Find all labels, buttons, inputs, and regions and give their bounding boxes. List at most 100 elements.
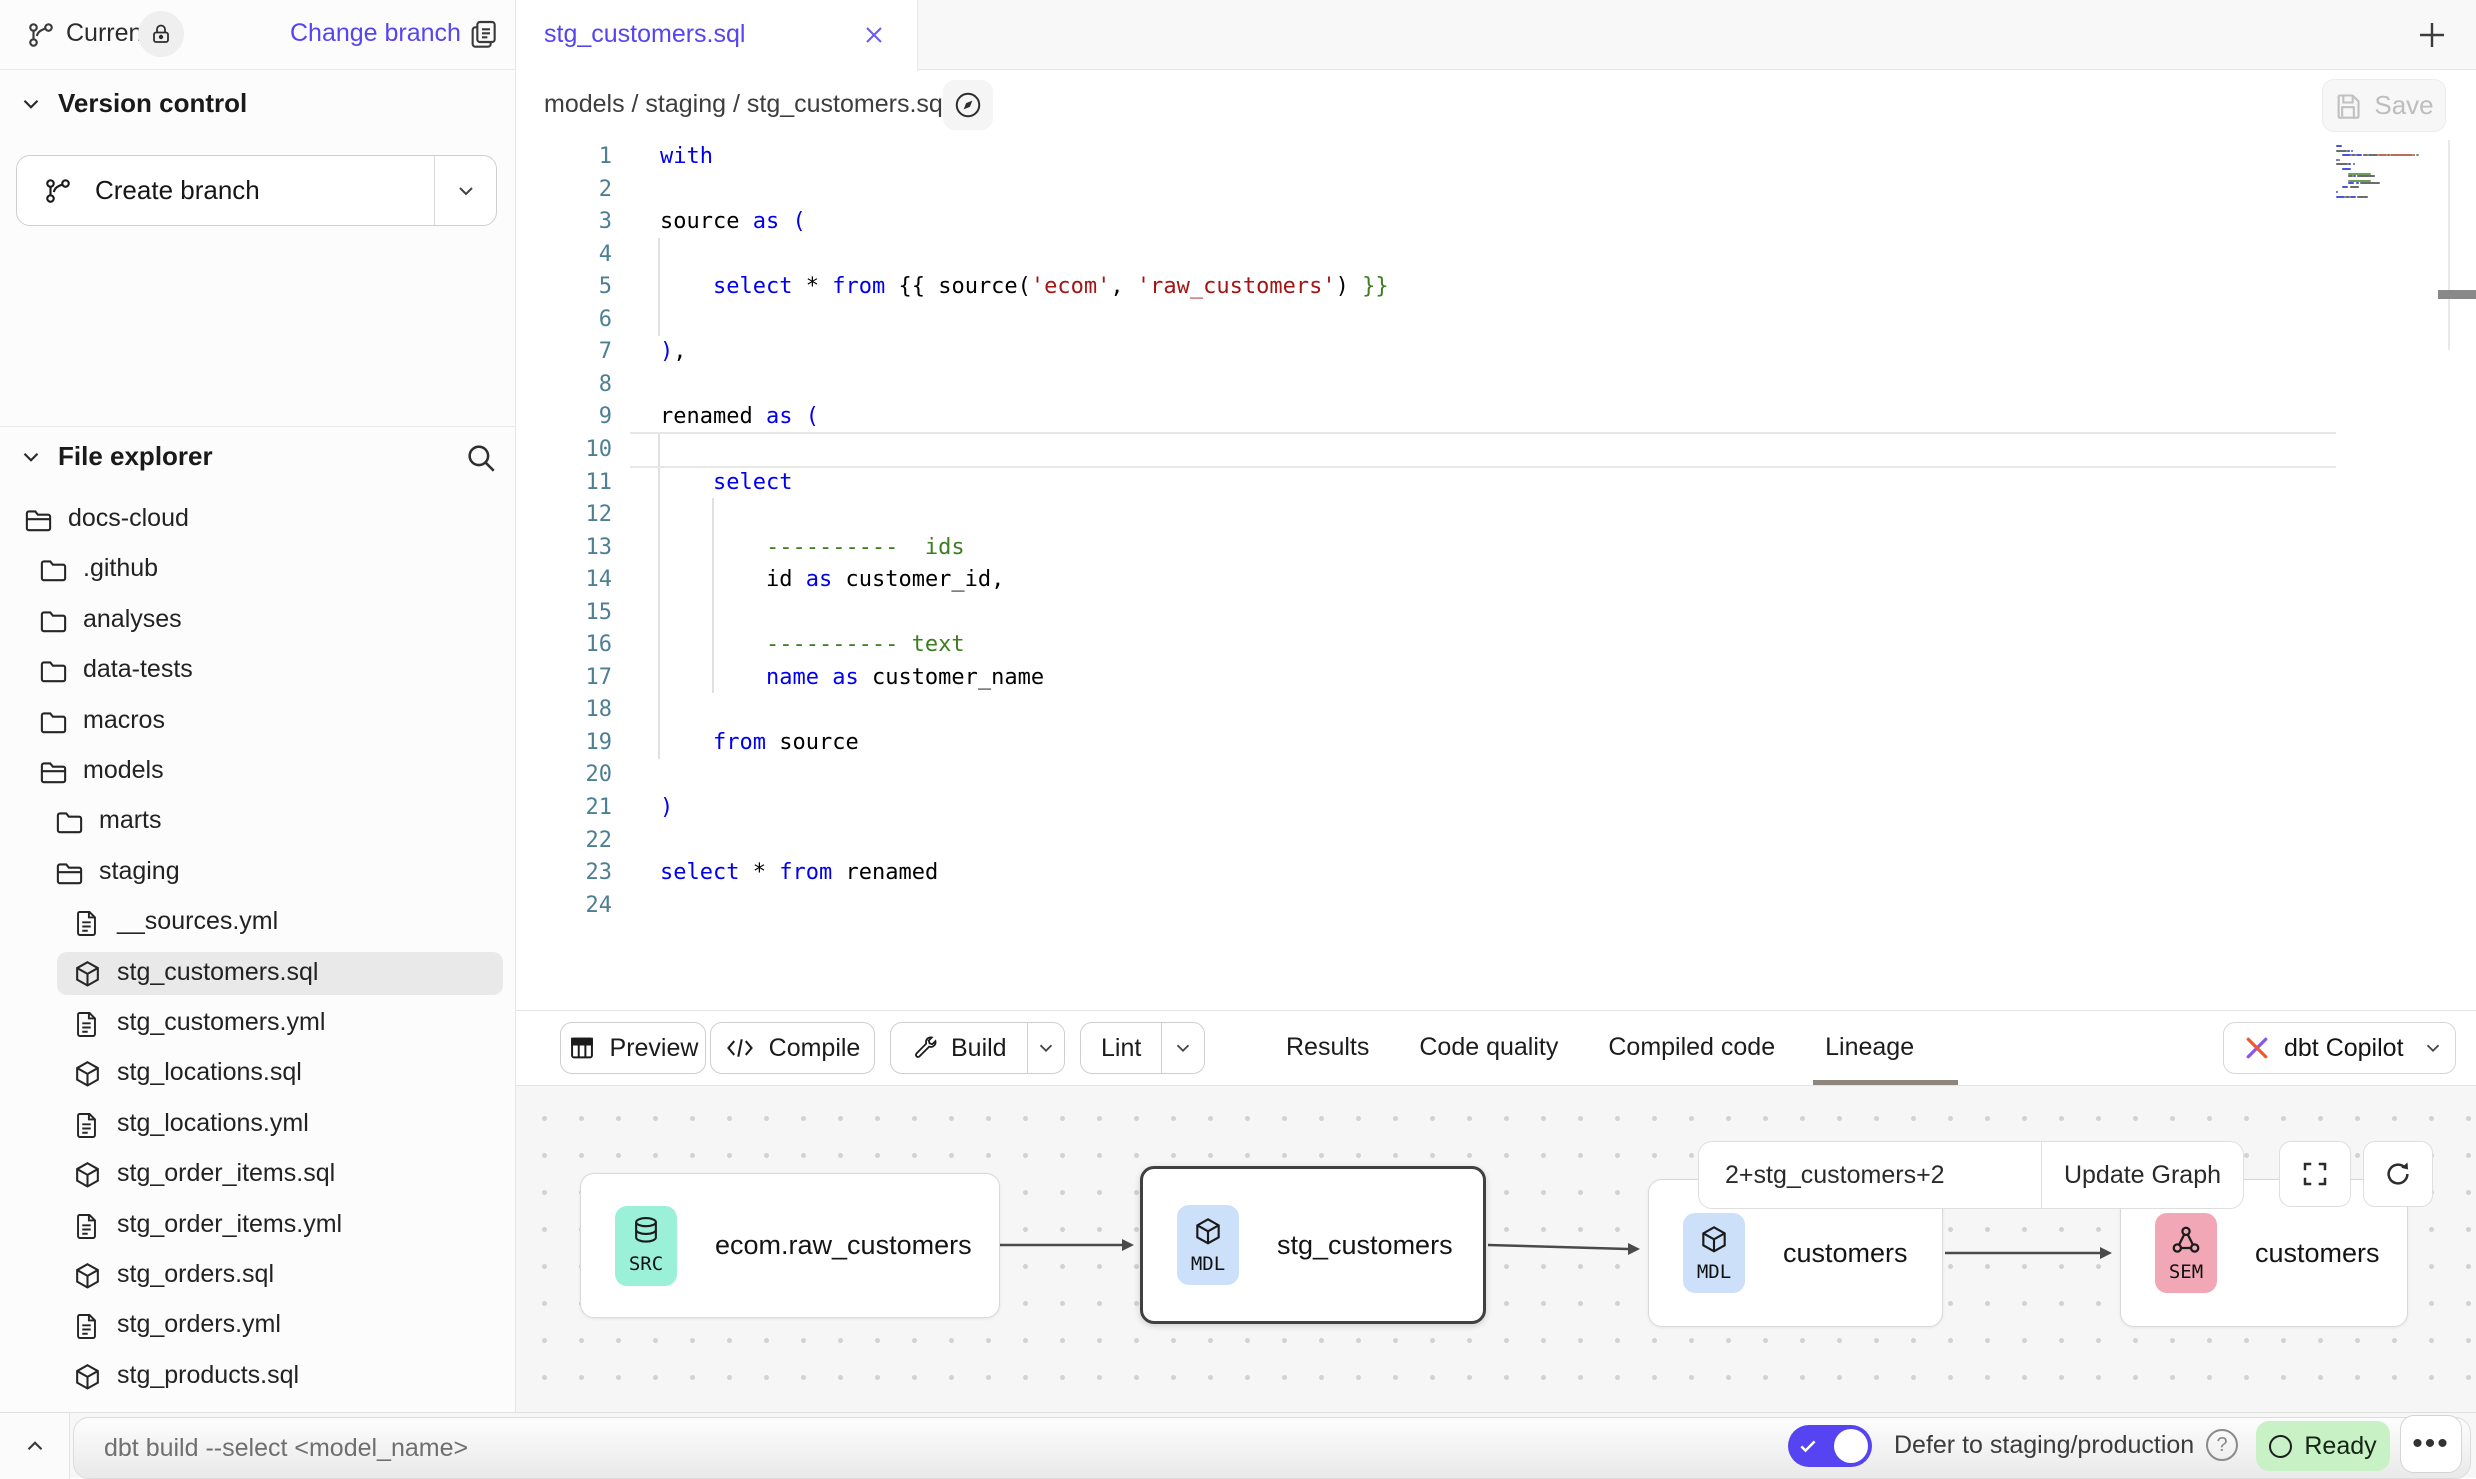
tree-item-stg-locations-sql[interactable]: stg_locations.sql bbox=[0, 1048, 516, 1098]
tree-item-stg-products-sql[interactable]: stg_products.sql bbox=[0, 1351, 516, 1401]
file-explorer-header[interactable]: File explorer bbox=[18, 441, 213, 472]
version-control-title: Version control bbox=[58, 88, 247, 119]
expand-panel-button[interactable] bbox=[0, 1413, 70, 1479]
tab-lineage[interactable]: Lineage bbox=[1825, 1033, 1914, 1062]
model-cube-icon bbox=[72, 1059, 103, 1090]
code-line-9[interactable]: 9renamed as ( bbox=[516, 400, 2476, 433]
line-number: 17 bbox=[516, 661, 612, 694]
lint-dropdown[interactable] bbox=[1161, 1023, 1204, 1073]
line-number: 5 bbox=[516, 270, 612, 303]
fullscreen-icon bbox=[2300, 1159, 2330, 1189]
close-icon[interactable] bbox=[860, 21, 888, 49]
create-branch-button[interactable]: Create branch bbox=[16, 155, 497, 226]
line-number: 7 bbox=[516, 335, 612, 368]
node-type-label: MDL bbox=[1697, 1261, 1731, 1283]
compile-button[interactable]: Compile bbox=[710, 1022, 875, 1074]
tab-code-quality[interactable]: Code quality bbox=[1419, 1033, 1558, 1062]
tab-stg-customers-sql[interactable]: stg_customers.sql bbox=[516, 0, 918, 71]
code-line-4[interactable]: 4 bbox=[516, 238, 2476, 271]
change-branch-link[interactable]: Change branch bbox=[290, 19, 461, 48]
copilot-compass-button[interactable] bbox=[943, 80, 993, 130]
code-line-2[interactable]: 2 bbox=[516, 173, 2476, 206]
node-type-badge: SEM bbox=[2155, 1213, 2217, 1293]
search-icon[interactable] bbox=[464, 441, 498, 475]
refresh-button[interactable] bbox=[2363, 1141, 2433, 1207]
code-line-7[interactable]: 7), bbox=[516, 335, 2476, 368]
tab-compiled-code[interactable]: Compiled code bbox=[1608, 1033, 1775, 1062]
code-editor[interactable]: 1with23source as (45 select * from {{ so… bbox=[516, 140, 2476, 1010]
defer-toggle[interactable] bbox=[1788, 1425, 1872, 1467]
tree-item-stg-orders-yml[interactable]: stg_orders.yml bbox=[0, 1300, 516, 1350]
preview-button[interactable]: Preview bbox=[560, 1022, 706, 1074]
code-line-11[interactable]: 11 select bbox=[516, 466, 2476, 499]
tree-item-label: .github bbox=[83, 554, 158, 583]
code-line-21[interactable]: 21) bbox=[516, 791, 2476, 824]
code-line-15[interactable]: 15 bbox=[516, 596, 2476, 629]
code-line-16[interactable]: 16 ---------- text bbox=[516, 628, 2476, 661]
line-number: 13 bbox=[516, 531, 612, 564]
code-line-14[interactable]: 14 id as customer_id, bbox=[516, 563, 2476, 596]
tree-item-stg-locations-yml[interactable]: stg_locations.yml bbox=[0, 1099, 516, 1149]
lineage-node-stg-customers[interactable]: MDLstg_customers bbox=[1140, 1166, 1486, 1324]
tree-item-marts[interactable]: marts bbox=[0, 796, 516, 846]
version-control-header[interactable]: Version control bbox=[18, 88, 247, 119]
save-button[interactable]: Save bbox=[2322, 79, 2446, 132]
code-line-5[interactable]: 5 select * from {{ source('ecom', 'raw_c… bbox=[516, 270, 2476, 303]
lint-button[interactable]: Lint bbox=[1080, 1022, 1205, 1074]
tree-item-stg-customers-sql[interactable]: stg_customers.sql bbox=[0, 948, 516, 998]
build-button[interactable]: Build bbox=[890, 1022, 1065, 1074]
database-icon bbox=[631, 1216, 661, 1248]
tree-item--github[interactable]: .github bbox=[0, 544, 516, 594]
scrollbar-thumb[interactable] bbox=[2438, 290, 2476, 299]
code-line-23[interactable]: 23select * from renamed bbox=[516, 856, 2476, 889]
dbt-copilot-button[interactable]: dbt Copilot bbox=[2223, 1022, 2456, 1074]
code-line-17[interactable]: 17 name as customer_name bbox=[516, 661, 2476, 694]
lineage-node-ecom-raw-customers[interactable]: SRCecom.raw_customers bbox=[580, 1173, 1000, 1318]
update-graph-button[interactable]: Update Graph bbox=[2041, 1142, 2243, 1208]
line-number: 23 bbox=[516, 856, 612, 889]
tree-item-analyses[interactable]: analyses bbox=[0, 595, 516, 645]
code-line-3[interactable]: 3source as ( bbox=[516, 205, 2476, 238]
more-options-button[interactable]: ••• bbox=[2400, 1415, 2462, 1473]
code-line-24[interactable]: 24 bbox=[516, 889, 2476, 922]
ready-status-badge[interactable]: Ready bbox=[2256, 1421, 2390, 1471]
new-tab-plus-icon[interactable] bbox=[2414, 17, 2450, 53]
minimap-track bbox=[2448, 140, 2450, 350]
tree-item-staging[interactable]: staging bbox=[0, 847, 516, 897]
code-line-19[interactable]: 19 from source bbox=[516, 726, 2476, 759]
help-icon[interactable]: ? bbox=[2206, 1429, 2238, 1461]
build-dropdown[interactable] bbox=[1027, 1023, 1064, 1073]
node-type-label: SEM bbox=[2169, 1261, 2203, 1283]
model-cube-icon bbox=[72, 1261, 103, 1292]
minimap[interactable] bbox=[2336, 145, 2428, 205]
code-line-1[interactable]: 1with bbox=[516, 140, 2476, 173]
fullscreen-button[interactable] bbox=[2279, 1141, 2351, 1207]
code-line-20[interactable]: 20 bbox=[516, 758, 2476, 791]
code-line-8[interactable]: 8 bbox=[516, 368, 2476, 401]
tree-item--sources-yml[interactable]: __sources.yml bbox=[0, 897, 516, 947]
tree-item-stg-order-items-sql[interactable]: stg_order_items.sql bbox=[0, 1149, 516, 1199]
tree-item-docs-cloud[interactable]: docs-cloud bbox=[0, 494, 516, 544]
code-line-12[interactable]: 12 bbox=[516, 498, 2476, 531]
tree-item-macros[interactable]: macros bbox=[0, 696, 516, 746]
file-explorer-title: File explorer bbox=[58, 441, 213, 472]
refresh-icon bbox=[2383, 1159, 2413, 1189]
code-line-18[interactable]: 18 bbox=[516, 693, 2476, 726]
line-number: 3 bbox=[516, 205, 612, 238]
tree-item-data-tests[interactable]: data-tests bbox=[0, 645, 516, 695]
tree-item-stg-order-items-yml[interactable]: stg_order_items.yml bbox=[0, 1200, 516, 1250]
code-line-10[interactable]: 10 bbox=[516, 433, 2476, 466]
lineage-selector-input[interactable]: 2+stg_customers+2 bbox=[1699, 1142, 2041, 1208]
tree-item-stg-customers-yml[interactable]: stg_customers.yml bbox=[0, 998, 516, 1048]
tree-item-stg-orders-sql[interactable]: stg_orders.sql bbox=[0, 1250, 516, 1300]
tree-item-models[interactable]: models bbox=[0, 746, 516, 796]
copy-icon[interactable] bbox=[468, 18, 500, 50]
create-branch-dropdown[interactable] bbox=[434, 156, 496, 225]
tab-results[interactable]: Results bbox=[1286, 1033, 1369, 1062]
tree-item-label: macros bbox=[83, 706, 165, 735]
compile-label: Compile bbox=[769, 1034, 861, 1063]
code-line-6[interactable]: 6 bbox=[516, 303, 2476, 336]
tree-item-label: models bbox=[83, 756, 164, 785]
code-line-13[interactable]: 13 ---------- ids bbox=[516, 531, 2476, 564]
code-line-22[interactable]: 22 bbox=[516, 824, 2476, 857]
